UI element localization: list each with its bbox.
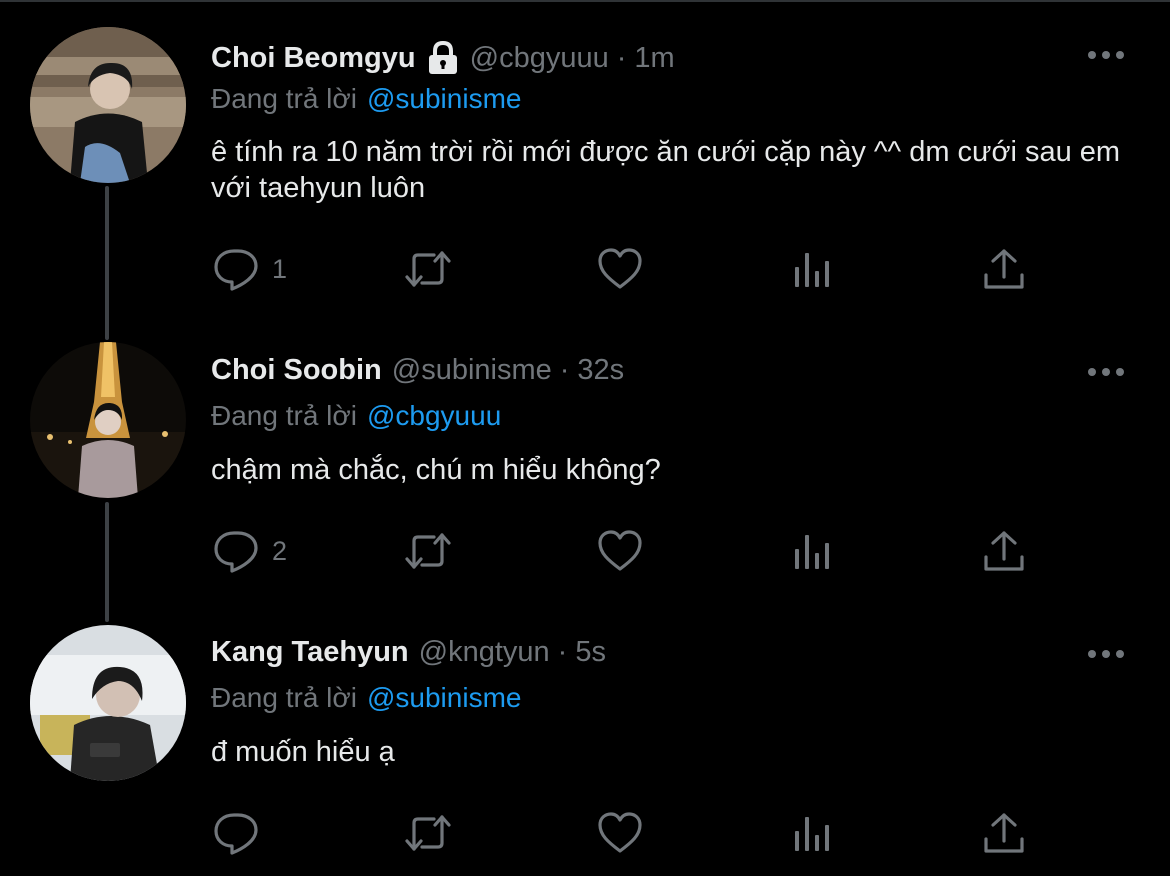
tweet-header: Kang Taehyun @kngtyun · 5s (211, 634, 606, 670)
reply-count: 2 (272, 535, 288, 566)
mention-link[interactable]: @subinisme (367, 682, 521, 713)
tweet-text: đ muốn hiểu ạ (211, 736, 395, 768)
retweet-icon (404, 527, 452, 575)
like-icon (596, 245, 644, 293)
share-button[interactable] (980, 244, 1028, 294)
tweet-header: Choi Beomgyu @cbgyuuu · 1m (211, 40, 675, 76)
reply-count: 1 (272, 253, 288, 284)
reply-button[interactable] (212, 808, 272, 858)
retweet-icon (404, 809, 452, 857)
like-button[interactable] (596, 808, 644, 858)
timestamp[interactable]: 32s (577, 354, 624, 387)
display-name[interactable]: Kang Taehyun (211, 636, 409, 669)
separator-dot: · (616, 41, 627, 74)
avatar[interactable] (30, 625, 186, 781)
retweet-button[interactable] (404, 808, 452, 858)
timestamp[interactable]: 5s (575, 636, 606, 669)
retweet-button[interactable] (404, 526, 452, 576)
analytics-button[interactable] (789, 526, 837, 576)
more-options-icon[interactable] (1086, 45, 1126, 65)
tweet-text: chậm mà chắc, chú m hiểu không? (211, 454, 661, 486)
analytics-button[interactable] (789, 244, 837, 294)
analytics-icon (789, 245, 837, 293)
replying-label: Đang trả lời (211, 400, 357, 431)
share-icon (980, 527, 1028, 575)
tweet-header: Choi Soobin @subinisme · 32s (211, 352, 624, 388)
replying-label: Đang trả lời (211, 682, 357, 713)
share-button[interactable] (980, 808, 1028, 858)
display-name[interactable]: Choi Soobin (211, 354, 382, 387)
avatar[interactable] (30, 27, 186, 183)
tweet[interactable]: Kang Taehyun @kngtyun · 5s Đang trả lời @… (0, 622, 1170, 876)
reply-icon (212, 809, 260, 857)
tweet-actions: 2 (0, 526, 1170, 576)
mention-link[interactable]: @cbgyuuu (367, 400, 501, 431)
analytics-button[interactable] (789, 808, 837, 858)
more-options-icon[interactable] (1086, 362, 1126, 382)
retweet-icon (404, 245, 452, 293)
separator-dot: · (557, 635, 568, 668)
like-button[interactable] (596, 244, 644, 294)
mention-link[interactable]: @subinisme (367, 83, 521, 114)
reply-button[interactable]: 2 (212, 526, 287, 576)
tweet-actions: 1 (0, 244, 1170, 294)
tweet[interactable]: Choi Beomgyu @cbgyuuu · 1m Đang trả lời @… (0, 0, 1170, 330)
share-button[interactable] (980, 526, 1028, 576)
timestamp[interactable]: 1m (634, 42, 674, 75)
avatar[interactable] (30, 342, 186, 498)
share-icon (980, 809, 1028, 857)
user-handle[interactable]: @cbgyuuu (470, 42, 609, 75)
display-name[interactable]: Choi Beomgyu (211, 42, 416, 75)
replying-to: Đang trả lời @subinisme (211, 83, 521, 115)
tweet[interactable]: Choi Soobin @subinisme · 32s Đang trả lờ… (0, 340, 1170, 620)
replying-label: Đang trả lời (211, 83, 357, 114)
like-icon (596, 527, 644, 575)
lock-icon (426, 41, 460, 75)
retweet-button[interactable] (404, 244, 452, 294)
like-icon (596, 809, 644, 857)
reply-icon (212, 245, 260, 293)
user-handle[interactable]: @subinisme (392, 354, 552, 387)
replying-to: Đang trả lời @subinisme (211, 682, 521, 714)
replying-to: Đang trả lời @cbgyuuu (211, 400, 501, 432)
more-options-icon[interactable] (1086, 644, 1126, 664)
tweet-text: ê tính ra 10 năm trời rồi mới được ăn cư… (211, 136, 1121, 204)
like-button[interactable] (596, 526, 644, 576)
reply-button[interactable]: 1 (212, 244, 287, 294)
separator-dot: · (559, 353, 570, 386)
user-handle[interactable]: @kngtyun (419, 636, 550, 669)
tweet-actions (0, 808, 1170, 858)
share-icon (980, 245, 1028, 293)
analytics-icon (789, 527, 837, 575)
reply-icon (212, 527, 260, 575)
analytics-icon (789, 809, 837, 857)
